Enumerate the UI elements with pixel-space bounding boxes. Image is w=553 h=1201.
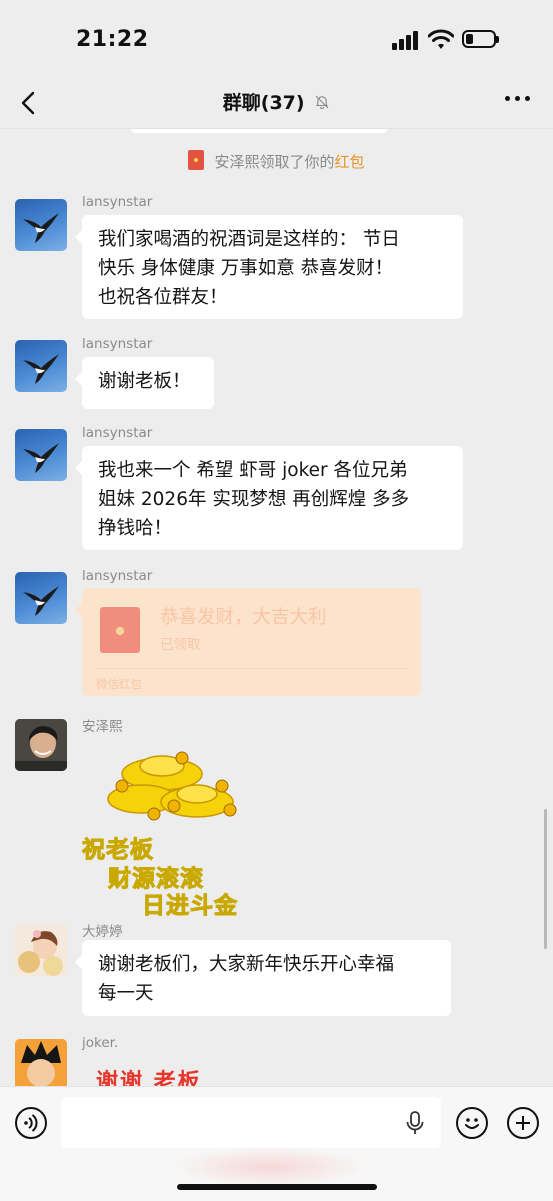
message-line: 谢谢老板！ [98,371,191,392]
status-bar: 21:22 [0,0,553,80]
avatar[interactable] [15,719,67,771]
message-bubble[interactable]: 谢谢老板们，大家新年快乐开心幸福 每一天 [75,940,451,1016]
message-bubble[interactable]: 谢谢老板！ [75,357,214,409]
red-envelope-icon [100,607,140,653]
red-packet-status: 已领取 [160,637,201,653]
goku-avatar-icon [15,1039,67,1086]
more-functions-button[interactable] [507,1107,539,1139]
sender-name: lansynstar [82,336,153,352]
emoji-button[interactable] [456,1107,488,1139]
avatar[interactable] [15,924,67,976]
message-line: 挣钱哈！ [98,518,173,539]
status-time: 21:22 [76,27,149,52]
message-line: 谢谢老板们，大家新年快乐开心幸福 [98,954,395,975]
message-line: 也祝各位群友！ [98,287,228,308]
voice-toggle-button[interactable] [15,1107,47,1139]
gold-ingot-icon [107,751,237,821]
avatar[interactable] [15,340,67,392]
message-list[interactable]: 安泽熙领取了你的红包 lansynstar 我们家喝酒的祝酒词是这样的： 节日 … [0,129,553,1086]
bird-avatar-icon [23,213,59,243]
system-notice-text: 安泽熙领取了你的 [214,153,335,171]
sender-name: lansynstar [82,425,153,441]
gold-ingot-sticker[interactable]: 祝老板 财源滚滚 日进斗金 [82,744,252,920]
chat-title-group: 群聊(37) [0,88,553,115]
background-glow [170,1147,370,1187]
message-input[interactable] [61,1097,441,1148]
avatar[interactable] [15,199,67,251]
input-bar [0,1086,553,1201]
message-bubble[interactable]: 我也来一个 希望 虾哥 joker 各位兄弟 姐妹 2026年 实现梦想 再创辉… [75,446,463,550]
system-notice: 安泽熙领取了你的红包 [0,150,553,172]
message-line: 我也来一个 希望 虾哥 joker 各位兄弟 [98,460,408,481]
wifi-icon [428,29,454,49]
battery-icon [462,30,499,48]
sender-name: lansynstar [82,568,153,584]
voice-icon [24,1114,38,1132]
avatar[interactable] [15,1039,67,1086]
cellular-signal-icon [392,30,422,50]
bell-slash-icon [315,95,329,109]
message-line: 快乐 身体健康 万事如意 恭喜发财！ [98,258,394,279]
sender-name: 安泽熙 [82,719,123,735]
red-packet-footer: 微信红包 [96,677,142,691]
message-bubble[interactable]: 我们家喝酒的祝酒词是这样的： 节日 快乐 身体健康 万事如意 恭喜发财！ 也祝各… [75,215,463,319]
avatar[interactable] [15,429,67,481]
bird-avatar-icon [23,443,59,473]
emoji-icon [465,1118,479,1129]
chat-title: 群聊(37) [222,92,305,114]
more-options-button[interactable] [505,96,531,104]
red-packet-title: 恭喜发财，大吉大利 [160,607,327,628]
sender-name: lansynstar [82,194,153,210]
chat-header: 群聊(37) [0,80,553,129]
home-indicator[interactable] [177,1184,377,1190]
bird-avatar-icon [23,586,59,616]
bird-avatar-icon [23,354,59,384]
red-packet-card[interactable]: 恭喜发财，大吉大利 已领取 微信红包 [75,588,421,696]
plus-icon [516,1116,530,1130]
person-avatar-icon [15,719,67,771]
message-line: 每一天 [98,983,154,1004]
divider [94,668,409,669]
sticker-text: 日进斗金 [142,893,238,920]
red-packet-icon [188,150,205,170]
microphone-icon[interactable] [405,1111,425,1135]
red-packet-link[interactable]: 红包 [335,153,365,171]
girl-avatar-icon [15,924,67,976]
message-line: 我们家喝酒的祝酒词是这样的： 节日 [98,229,400,250]
thank-you-sticker[interactable]: 谢谢 老板 [96,1064,202,1086]
avatar[interactable] [15,572,67,624]
sender-name: 大婷婷 [82,924,123,940]
sender-name: joker. [82,1035,119,1051]
scrollbar[interactable] [544,809,547,949]
previous-message-bubble [130,129,388,133]
message-line: 姐妹 2026年 实现梦想 再创辉煌 多多 [98,489,410,510]
